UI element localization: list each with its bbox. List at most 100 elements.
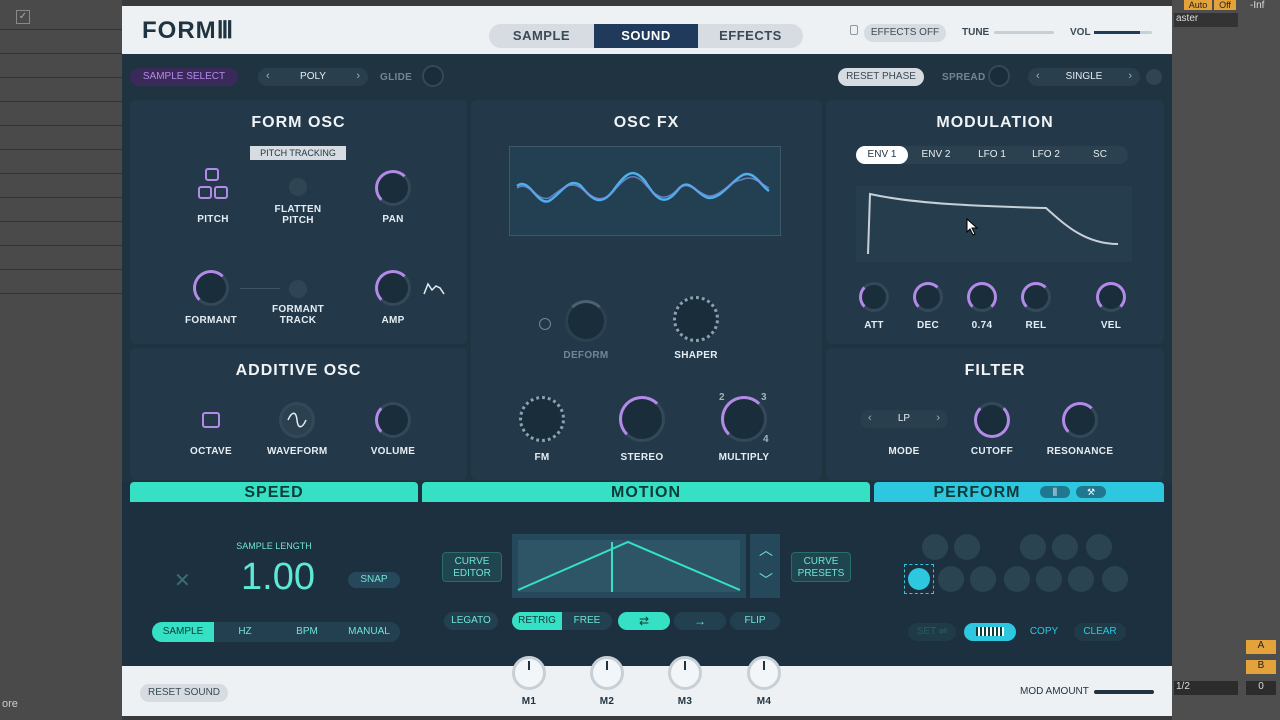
vel-knob[interactable] xyxy=(1096,282,1126,312)
perform-pad[interactable] xyxy=(1020,534,1046,560)
perform-pad[interactable] xyxy=(970,566,996,592)
poly-selector[interactable]: ‹ POLY › xyxy=(258,68,368,86)
macro-m3-knob[interactable] xyxy=(668,656,702,690)
tab-effects[interactable]: EFFECTS xyxy=(698,24,803,48)
tab-sc[interactable]: SC xyxy=(1074,146,1126,164)
loop-button[interactable]: ⇄ xyxy=(618,612,670,630)
sample-select-button[interactable]: SAMPLE SELECT xyxy=(130,68,238,86)
single-selector[interactable]: ‹ SINGLE › xyxy=(1028,68,1140,86)
resonance-knob[interactable] xyxy=(1062,402,1098,438)
host-master[interactable]: aster xyxy=(1174,13,1238,27)
pitch-tracking-badge[interactable]: PITCH TRACKING xyxy=(250,146,346,160)
snap-button[interactable]: SNAP xyxy=(348,572,400,588)
perform-pad[interactable] xyxy=(954,534,980,560)
speed-mode-hz[interactable]: HZ xyxy=(214,622,276,642)
spread-knob[interactable] xyxy=(988,65,1010,87)
pitch-grid-icon[interactable] xyxy=(198,168,228,202)
filter-mode-selector[interactable]: ‹ LP › xyxy=(860,410,948,428)
waveform-knob[interactable] xyxy=(279,402,315,438)
motion-scroll-arrows[interactable]: ︿ ﹀ xyxy=(750,534,780,598)
att-knob[interactable] xyxy=(859,282,889,312)
formant-knob[interactable] xyxy=(193,270,229,306)
perform-pad[interactable] xyxy=(1068,566,1094,592)
curve-presets-button[interactable]: CURVE PRESETS xyxy=(791,552,851,582)
perform-pad[interactable] xyxy=(1102,566,1128,592)
host-daw-right: Auto Off -Inf aster 1/2 A B 0 xyxy=(1172,0,1280,720)
tab-sample[interactable]: SAMPLE xyxy=(489,24,594,48)
host-off[interactable]: Off xyxy=(1214,0,1236,10)
pan-knob[interactable] xyxy=(375,170,411,206)
keyboard-button[interactable] xyxy=(964,623,1016,641)
macro-m3-label: M3 xyxy=(677,696,693,707)
dec-knob[interactable] xyxy=(913,282,943,312)
host-b[interactable]: B xyxy=(1246,660,1276,674)
chevron-right-icon[interactable]: › xyxy=(1128,70,1132,82)
direction-button[interactable]: → xyxy=(674,612,726,630)
tab-env1[interactable]: ENV 1 xyxy=(856,146,908,164)
retrig-button[interactable]: RETRIG xyxy=(512,612,562,630)
perform-pad[interactable] xyxy=(938,566,964,592)
reset-phase-button[interactable]: RESET PHASE xyxy=(838,68,924,86)
chevron-up-icon[interactable]: ︿ xyxy=(759,540,773,560)
vol-slider[interactable] xyxy=(1094,31,1152,34)
perform-pad[interactable] xyxy=(1004,566,1030,592)
macro-m1-knob[interactable] xyxy=(512,656,546,690)
envelope-display[interactable] xyxy=(856,186,1132,262)
macro-m2-knob[interactable] xyxy=(590,656,624,690)
deform-knob[interactable] xyxy=(565,300,607,342)
chevron-down-icon[interactable]: ﹀ xyxy=(759,570,773,590)
perform-pad[interactable] xyxy=(922,534,948,560)
tab-lfo1[interactable]: LFO 1 xyxy=(966,146,1018,164)
clear-button[interactable]: CLEAR xyxy=(1074,623,1126,641)
cutoff-label: CUTOFF xyxy=(970,446,1014,457)
host-ratio[interactable]: 1/2 xyxy=(1174,681,1238,695)
glide-knob[interactable] xyxy=(422,65,444,87)
shaper-knob[interactable] xyxy=(673,296,719,342)
lock-icon[interactable] xyxy=(850,25,858,35)
wrench-icon[interactable]: ⚒ xyxy=(1076,486,1106,498)
free-button[interactable]: FREE xyxy=(562,612,612,630)
chevron-right-icon[interactable]: › xyxy=(356,70,360,82)
effects-off-button[interactable]: EFFECTS OFF xyxy=(864,24,946,42)
formant-track-toggle[interactable] xyxy=(289,280,307,298)
tune-slider[interactable] xyxy=(994,31,1054,34)
power-icon[interactable] xyxy=(539,318,551,330)
cutoff-knob[interactable] xyxy=(974,402,1010,438)
mod-amount-slider[interactable] xyxy=(1094,690,1154,694)
tab-env2[interactable]: ENV 2 xyxy=(910,146,962,164)
checkbox-icon[interactable]: ✓ xyxy=(16,10,30,24)
stereo-knob[interactable] xyxy=(619,396,665,442)
curve-editor-button[interactable]: CURVE EDITOR xyxy=(442,552,502,582)
octave-icon[interactable] xyxy=(202,412,220,428)
sample-length-value[interactable]: 1.00 xyxy=(216,556,340,599)
dec-label: DEC xyxy=(916,320,939,331)
copy-button[interactable]: COPY xyxy=(1022,623,1066,641)
speed-mode-manual[interactable]: MANUAL xyxy=(338,622,400,642)
fm-knob[interactable] xyxy=(519,396,565,442)
perform-pad-active[interactable] xyxy=(904,564,934,594)
perform-pad[interactable] xyxy=(1036,566,1062,592)
motion-curve-display[interactable] xyxy=(512,534,746,598)
speed-mode-sample[interactable]: SAMPLE xyxy=(152,622,214,642)
macro-m4-knob[interactable] xyxy=(747,656,781,690)
perform-set-button[interactable]: SET ⇌ xyxy=(908,623,956,641)
envelope-shape-icon[interactable] xyxy=(422,280,446,298)
reset-sound-button[interactable]: RESET SOUND xyxy=(140,684,228,702)
legato-button[interactable]: LEGATO xyxy=(444,612,498,630)
rel-knob[interactable] xyxy=(1021,282,1051,312)
close-icon[interactable]: ✕ xyxy=(174,568,191,593)
tab-sound[interactable]: SOUND xyxy=(594,24,698,48)
sliders-icon[interactable]: ⫼ xyxy=(1040,486,1070,498)
perform-pad[interactable] xyxy=(1086,534,1112,560)
host-auto[interactable]: Auto xyxy=(1184,0,1212,10)
perform-pad[interactable] xyxy=(1052,534,1078,560)
speed-mode-bpm[interactable]: BPM xyxy=(276,622,338,642)
host-a[interactable]: A xyxy=(1246,640,1276,654)
amp-knob[interactable] xyxy=(375,270,411,306)
flatten-pitch-toggle[interactable] xyxy=(289,178,307,196)
flip-button[interactable]: FLIP xyxy=(730,612,780,630)
sustain-knob[interactable] xyxy=(967,282,997,312)
tab-lfo2[interactable]: LFO 2 xyxy=(1020,146,1072,164)
chevron-right-icon[interactable]: › xyxy=(936,412,940,424)
volume-knob[interactable] xyxy=(375,402,411,438)
